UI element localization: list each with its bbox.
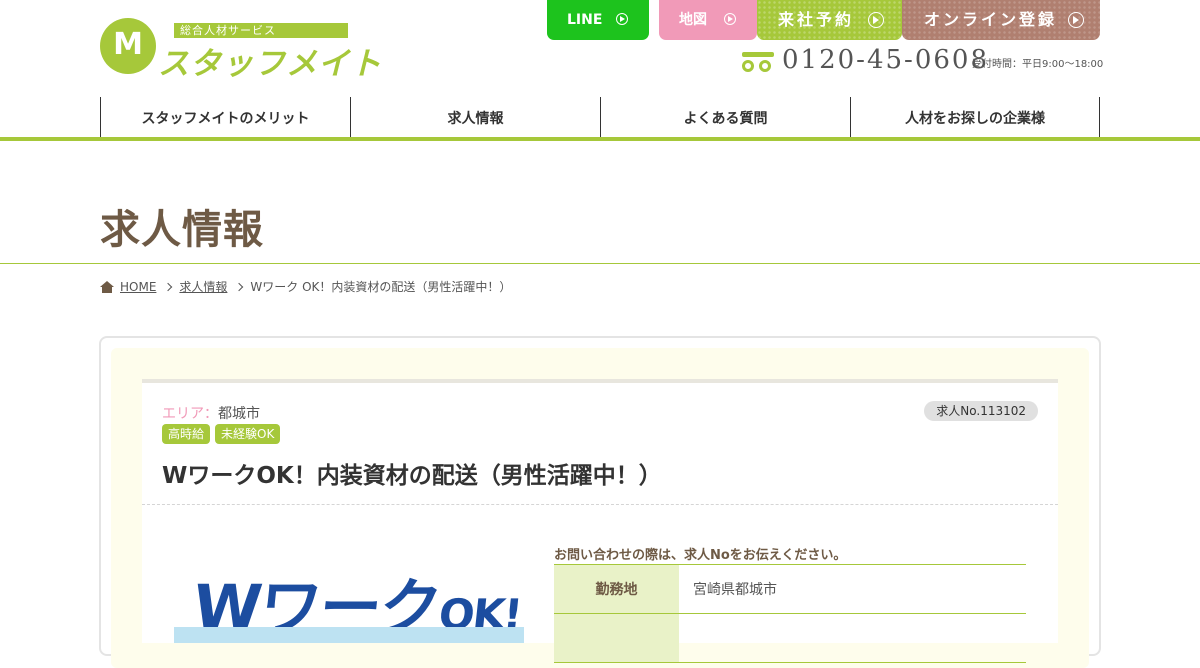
online-button-label: オンライン登録 bbox=[924, 10, 1058, 29]
play-circle-icon bbox=[1068, 12, 1084, 28]
tag-high-pay: 高時給 bbox=[162, 424, 211, 444]
line-button[interactable]: LINE bbox=[547, 0, 649, 40]
chevron-right-icon bbox=[164, 282, 173, 291]
site-header: M 総合人材サービス スタッフメイト LINE 地図 来社予約 オンライン登録 … bbox=[0, 0, 1200, 140]
breadcrumb-current: Wワーク OK！内装資材の配送（男性活躍中！） bbox=[250, 280, 512, 294]
nav-underline bbox=[0, 137, 1200, 141]
online-registration-button[interactable]: オンライン登録 bbox=[902, 0, 1100, 40]
nav-item-merit[interactable]: スタッフメイトのメリット bbox=[100, 97, 350, 137]
area-label: エリア： bbox=[162, 406, 218, 422]
nav-item-companies[interactable]: 人材をお探しの企業様 bbox=[850, 97, 1100, 137]
line-button-label: LINE bbox=[567, 12, 603, 28]
nav-item-faq[interactable]: よくある質問 bbox=[600, 97, 850, 137]
logo-tagline: 総合人材サービス bbox=[174, 23, 348, 38]
site-logo[interactable]: M 総合人材サービス スタッフメイト bbox=[100, 18, 381, 82]
freedial-icon bbox=[742, 52, 774, 74]
row-label bbox=[554, 614, 679, 662]
phone-number[interactable]: 0120-45-0608 bbox=[782, 45, 989, 75]
global-nav: スタッフメイトのメリット 求人情報 よくある質問 人材をお探しの企業様 bbox=[100, 97, 1100, 137]
table-row bbox=[554, 614, 1026, 663]
job-detail-table: 勤務地 宮崎県都城市 bbox=[554, 564, 1026, 663]
row-value bbox=[679, 614, 1026, 662]
nav-item-jobs[interactable]: 求人情報 bbox=[350, 97, 600, 137]
map-button[interactable]: 地図 bbox=[659, 0, 757, 40]
chevron-right-icon bbox=[235, 282, 244, 291]
play-circle-icon bbox=[868, 12, 884, 28]
area-value: 都城市 bbox=[218, 406, 260, 422]
page-title: 求人情報 bbox=[100, 207, 264, 253]
breadcrumb-home-link[interactable]: HOME bbox=[120, 280, 156, 294]
row-value: 宮崎県都城市 bbox=[693, 582, 777, 598]
play-circle-icon bbox=[724, 13, 736, 25]
breadcrumb: HOME 求人情報 Wワーク OK！内装資材の配送（男性活躍中！） bbox=[100, 278, 511, 295]
title-divider bbox=[0, 263, 1200, 264]
inquiry-note: お問い合わせの際は、求人Noをお伝えください。 bbox=[554, 548, 847, 563]
job-title: WワークOK！内装資材の配送（男性活躍中！） bbox=[162, 463, 662, 489]
map-button-label: 地図 bbox=[679, 12, 707, 28]
job-detail-panel: エリア：都城市 求人No.113102 高時給 未経験OK WワークOK！内装資… bbox=[142, 379, 1058, 663]
job-tags: 高時給 未経験OK bbox=[162, 424, 281, 444]
tag-no-experience: 未経験OK bbox=[215, 424, 281, 444]
visit-button-label: 来社予約 bbox=[778, 10, 855, 29]
play-circle-icon bbox=[616, 13, 628, 25]
business-hours: 受付時間：平日9:00～18:00 bbox=[972, 59, 1104, 70]
home-icon bbox=[100, 280, 114, 293]
row-label: 勤務地 bbox=[554, 565, 679, 613]
job-area: エリア：都城市 bbox=[162, 403, 260, 423]
visit-reservation-button[interactable]: 来社予約 bbox=[757, 0, 902, 40]
breadcrumb-jobs-link[interactable]: 求人情報 bbox=[179, 278, 227, 295]
table-row: 勤務地 宮崎県都城市 bbox=[554, 565, 1026, 614]
logo-mark-icon: M bbox=[100, 18, 156, 74]
logo-name: スタッフメイト bbox=[158, 46, 382, 82]
dashed-divider bbox=[142, 504, 1058, 505]
job-number-badge: 求人No.113102 bbox=[924, 401, 1038, 421]
